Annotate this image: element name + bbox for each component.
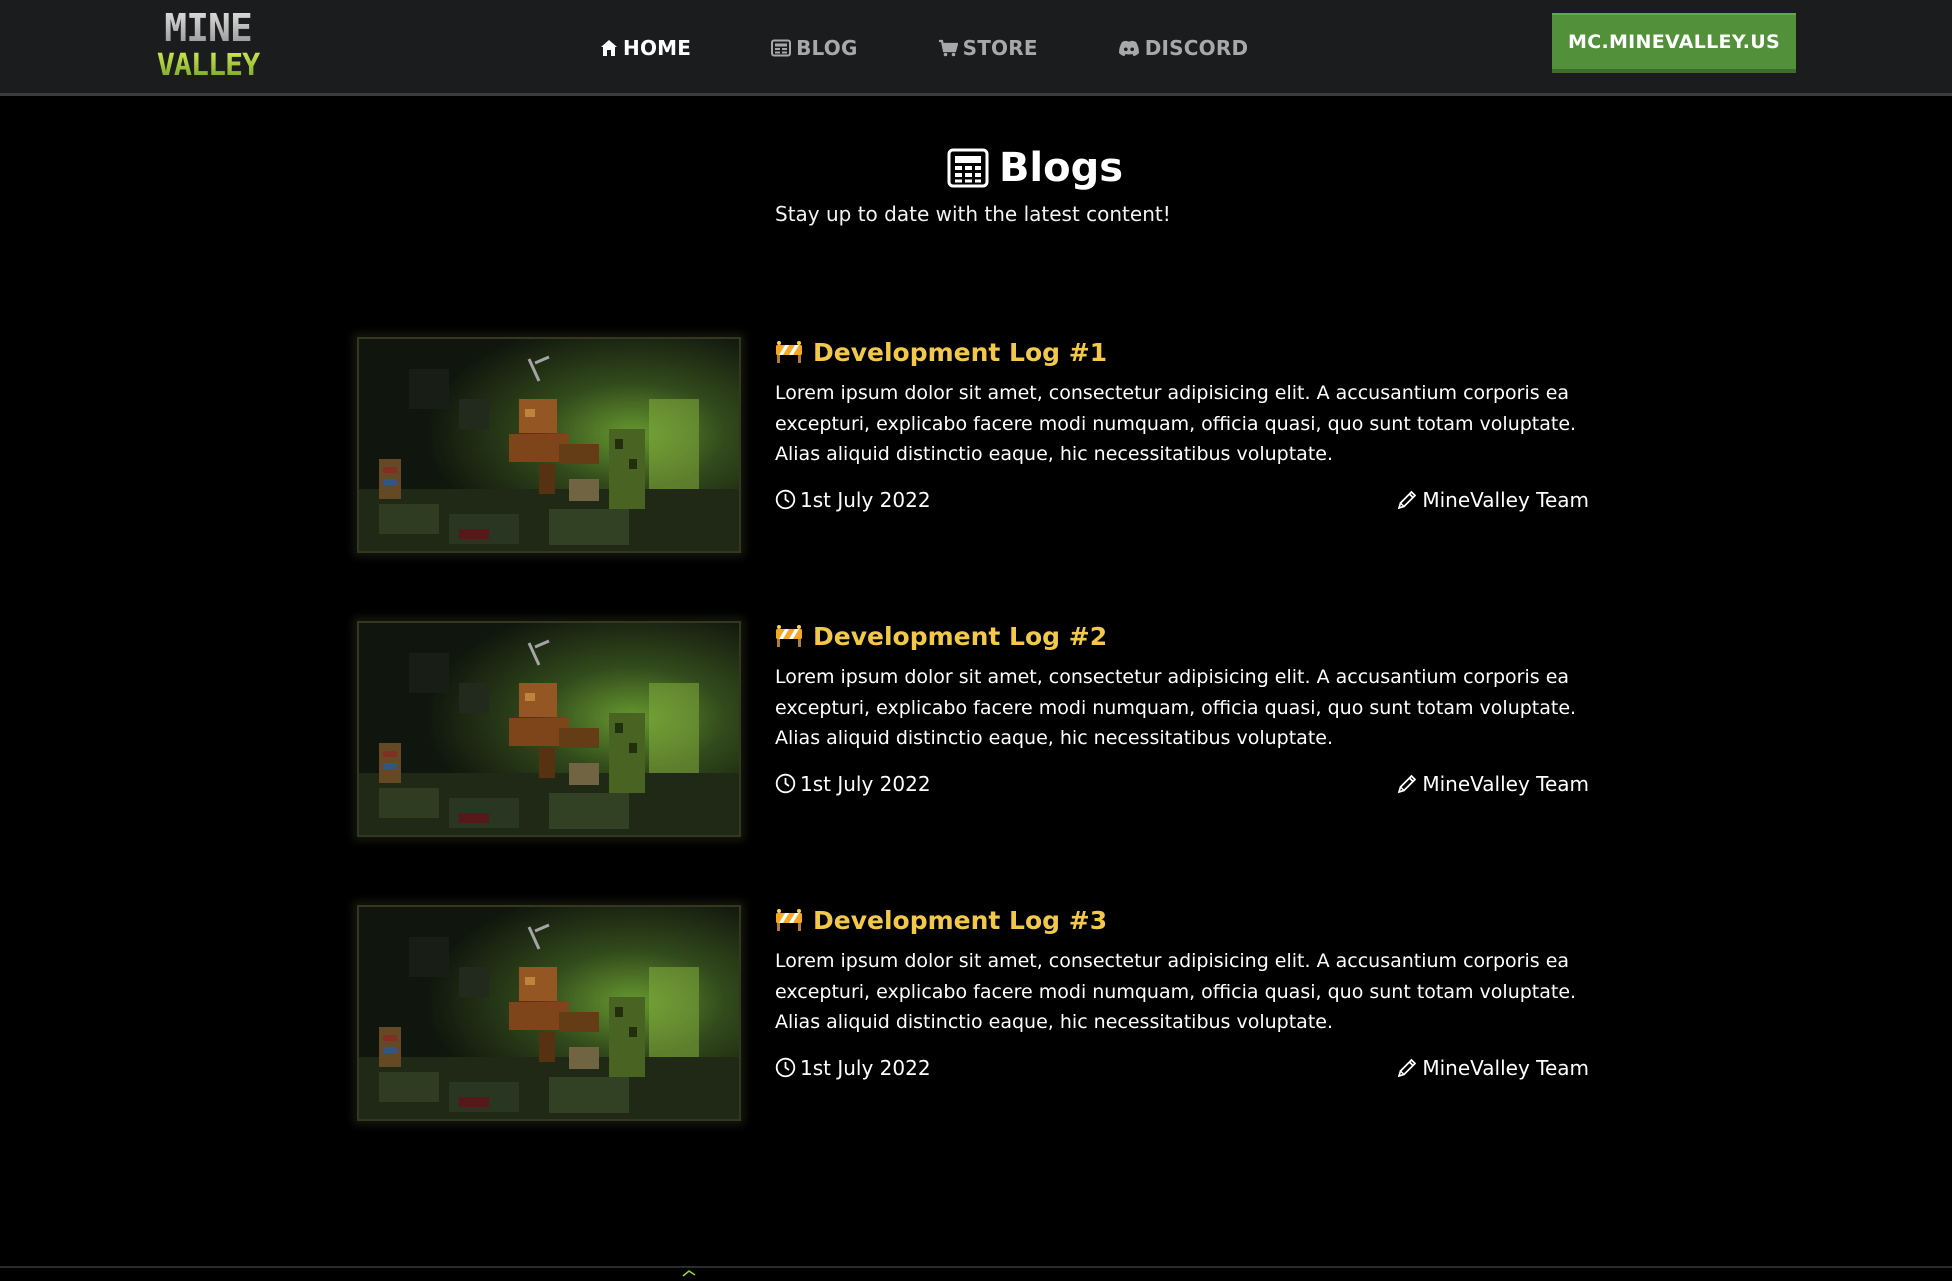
construction-barrier-icon: [775, 340, 803, 364]
newspaper-icon: [771, 39, 792, 57]
post-date: 1st July 2022: [775, 1056, 931, 1080]
post-body: Development Log #3 Lorem ipsum dolor sit…: [775, 900, 1595, 1084]
post-excerpt: Lorem ipsum dolor sit amet, consectetur …: [775, 382, 1577, 465]
nav-store-label: STORE: [962, 36, 1038, 60]
post-title: Development Log #1: [813, 337, 1108, 367]
blog-post-card: Development Log #1 Lorem ipsum dolor sit…: [352, 332, 1602, 553]
blog-header: Blogs Stay up to date with the latest co…: [0, 140, 1952, 226]
pencil-icon: [1396, 489, 1418, 511]
page-title: Blogs: [118, 140, 1952, 196]
post-date-text: 1st July 2022: [800, 1055, 931, 1080]
pencil-icon: [1396, 773, 1418, 795]
server-ip-button[interactable]: MC.MINEVALLEY.US: [1552, 13, 1796, 73]
construction-barrier-icon: [775, 908, 803, 932]
post-author: MineValley Team: [1396, 488, 1589, 512]
post-thumbnail-image[interactable]: [357, 905, 741, 1121]
svg-text:MINE: MINE: [164, 7, 252, 50]
post-title-link[interactable]: Development Log #2: [775, 616, 1595, 656]
page-title-text: Blogs: [998, 145, 1124, 191]
post-date: 1st July 2022: [775, 488, 931, 512]
nav-blog-label: BLOG: [796, 36, 858, 60]
post-body: Development Log #2 Lorem ipsum dolor sit…: [775, 616, 1595, 800]
minevalley-logo[interactable]: MINE VALLEY: [140, 5, 276, 85]
blog-post-list: Development Log #1 Lorem ipsum dolor sit…: [352, 332, 1602, 1184]
footer-divider: [0, 1266, 1952, 1268]
post-author-text: MineValley Team: [1422, 487, 1589, 512]
page-subtitle: Stay up to date with the latest content!: [775, 202, 1171, 226]
post-thumbnail-image[interactable]: [357, 337, 741, 553]
clock-icon: [775, 773, 796, 794]
post-body: Development Log #1 Lorem ipsum dolor sit…: [775, 332, 1595, 516]
post-excerpt: Lorem ipsum dolor sit amet, consectetur …: [775, 666, 1577, 749]
post-author-text: MineValley Team: [1422, 1055, 1589, 1080]
nav-home-link[interactable]: HOME: [600, 36, 691, 60]
post-thumbnail-image[interactable]: [357, 621, 741, 837]
discord-icon: [1118, 40, 1140, 57]
nav-discord-label: DISCORD: [1144, 36, 1249, 60]
post-author: MineValley Team: [1396, 1056, 1589, 1080]
footer-leaf-icon: [682, 1262, 696, 1277]
nav-home-label: HOME: [623, 36, 692, 60]
newspaper-icon: [947, 148, 989, 188]
post-title: Development Log #3: [813, 905, 1108, 935]
post-date: 1st July 2022: [775, 772, 931, 796]
clock-icon: [775, 489, 796, 510]
post-excerpt: Lorem ipsum dolor sit amet, consectetur …: [775, 950, 1577, 1033]
svg-text:VALLEY: VALLEY: [157, 48, 260, 81]
nav-store-link[interactable]: STORE: [938, 36, 1038, 60]
post-meta: 1st July 2022 MineValley Team: [775, 488, 1595, 516]
post-meta: 1st July 2022 MineValley Team: [775, 772, 1595, 800]
post-title-link[interactable]: Development Log #3: [775, 900, 1595, 940]
nav-blog-link[interactable]: BLOG: [771, 36, 858, 60]
post-title-link[interactable]: Development Log #1: [775, 332, 1595, 372]
post-date-text: 1st July 2022: [800, 487, 931, 512]
post-author: MineValley Team: [1396, 772, 1589, 796]
post-meta: 1st July 2022 MineValley Team: [775, 1056, 1595, 1084]
home-icon: [600, 39, 618, 57]
blog-post-card: Development Log #2 Lorem ipsum dolor sit…: [352, 616, 1602, 837]
construction-barrier-icon: [775, 624, 803, 648]
post-author-text: MineValley Team: [1422, 771, 1589, 796]
top-navbar: MINE VALLEY HOME BLOG STORE DISCORD MC.M…: [0, 0, 1952, 96]
blog-post-card: Development Log #3 Lorem ipsum dolor sit…: [352, 900, 1602, 1121]
post-date-text: 1st July 2022: [800, 771, 931, 796]
main-nav: HOME BLOG STORE DISCORD: [600, 28, 1328, 68]
clock-icon: [775, 1057, 796, 1078]
post-title: Development Log #2: [813, 621, 1108, 651]
cart-icon: [938, 39, 958, 57]
nav-discord-link[interactable]: DISCORD: [1118, 36, 1249, 60]
pencil-icon: [1396, 1057, 1418, 1079]
